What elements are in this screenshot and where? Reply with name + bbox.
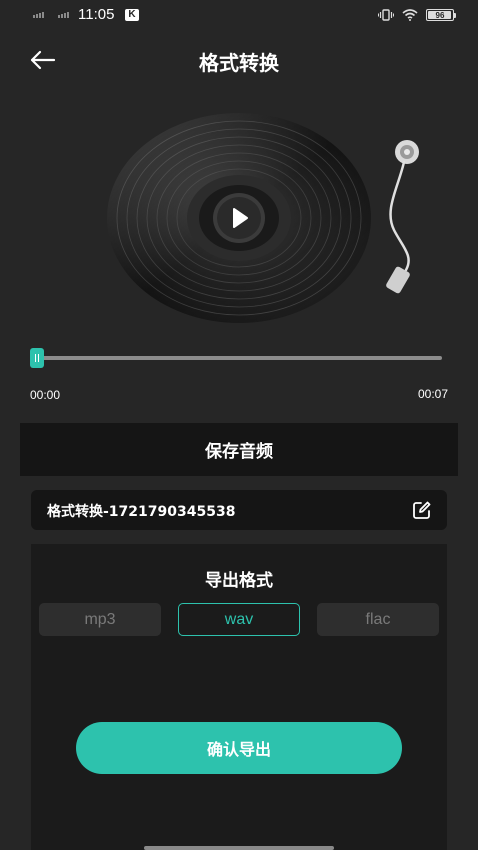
page-title: 格式转换	[199, 51, 279, 75]
export-panel: 导出格式 mp3 wav flac 确认导出	[31, 544, 447, 850]
signal-icon	[33, 12, 44, 18]
format-option-mp3[interactable]: mp3	[39, 603, 161, 636]
tonearm-image	[386, 140, 419, 294]
save-audio-header: 保存音频	[20, 423, 458, 476]
signal-icon	[58, 12, 69, 18]
battery-icon: 96	[426, 9, 456, 21]
k-icon: K	[125, 9, 139, 21]
vibrate-icon	[378, 9, 394, 21]
filename-field[interactable]: 格式转换-1721790345538	[31, 490, 447, 530]
status-bar: 11:05 K 96	[0, 0, 478, 30]
confirm-export-button[interactable]: 确认导出	[76, 722, 402, 774]
progress-slider[interactable]	[30, 348, 442, 368]
total-time: 00:07	[417, 387, 448, 401]
format-option-wav[interactable]: wav	[178, 603, 300, 636]
battery-level: 96	[435, 10, 445, 20]
edit-icon[interactable]	[411, 500, 432, 521]
play-icon[interactable]	[212, 192, 266, 244]
home-indicator	[144, 846, 334, 850]
progress-thumb[interactable]	[30, 348, 44, 368]
export-format-title: 导出格式	[205, 571, 273, 591]
format-option-flac[interactable]: flac	[317, 603, 439, 636]
filename-text: 格式转换-1721790345538	[47, 504, 236, 520]
wifi-icon	[402, 9, 418, 21]
save-audio-label: 保存音频	[205, 442, 273, 462]
status-time: 11:05	[78, 6, 115, 23]
current-time: 00:00	[30, 388, 61, 402]
